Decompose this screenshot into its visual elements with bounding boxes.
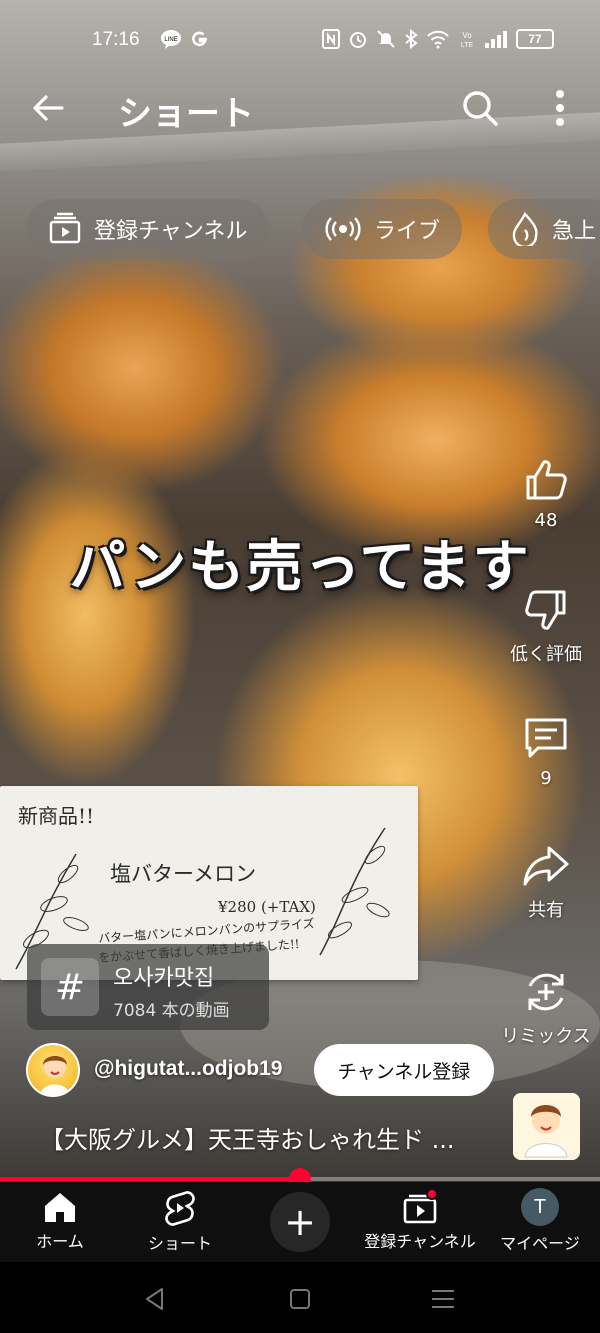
more-vertical-icon[interactable] [545, 86, 575, 130]
status-right-icons: Vo LTE 77 [322, 29, 554, 49]
remix-label: リミックス [501, 1026, 591, 1047]
price-card-line: 塩バターメロン [110, 862, 257, 886]
subscriptions-icon [49, 212, 81, 244]
create-button[interactable]: + [270, 1192, 330, 1252]
back-triangle-icon[interactable] [140, 1284, 170, 1314]
chip-live[interactable]: ライブ [302, 199, 463, 259]
chip-subscriptions[interactable]: 登録チャンネル [26, 199, 270, 259]
signal-icon [485, 31, 507, 48]
share-icon [523, 846, 569, 886]
line-icon: LINE [161, 30, 181, 49]
status-left-icons: LINE [160, 29, 210, 49]
sound-thumbnail[interactable] [513, 1093, 580, 1160]
vine-drawing-right [319, 827, 390, 956]
status-time: 17:16 [92, 29, 140, 50]
dislike-label: 低く評価 [510, 644, 582, 665]
sound-thumbnail-illustration-icon [513, 1093, 580, 1160]
mute-icon [377, 30, 395, 48]
nav-label: ホーム [36, 1232, 84, 1251]
channel-row: @higutat...odjob19 チャンネル登録 [26, 1043, 500, 1099]
chip-label: ライブ [374, 219, 441, 244]
like-button[interactable]: 48 [496, 456, 596, 531]
price-card-line: 新商品!! [18, 804, 95, 828]
thumbs-down-icon [525, 590, 566, 630]
nav-label: 登録チャンネル [364, 1232, 476, 1251]
video-title[interactable]: 【大阪グルメ】天王寺おしゃれ生ド ... [40, 1120, 490, 1155]
svg-text:LINE: LINE [164, 37, 177, 43]
status-bar: 17:16 LINE Vo LTE 77 [0, 0, 600, 80]
shorts-icon [165, 1191, 195, 1226]
svg-text:Vo: Vo [462, 31, 472, 40]
alarm-icon [350, 32, 366, 48]
nav-mypage[interactable]: T マイページ [480, 1182, 600, 1262]
svg-text:LTE: LTE [461, 42, 474, 49]
thumbs-up-icon [526, 460, 567, 500]
app-header: ショート [0, 80, 600, 136]
hashtag-pill[interactable]: # 오사카맛집 7084 本の動画 [27, 944, 269, 1030]
share-button[interactable]: 共有 [496, 842, 596, 922]
wifi-icon [427, 30, 449, 49]
nav-home[interactable]: ホーム [0, 1182, 120, 1262]
page-title: ショート [118, 94, 254, 134]
video-progress-bar[interactable] [0, 1168, 600, 1190]
recents-menu-icon[interactable] [428, 1284, 458, 1314]
nav-subscriptions[interactable]: 登録チャンネル [360, 1182, 480, 1262]
subscribe-button[interactable]: チャンネル登録 [314, 1044, 494, 1096]
live-icon [325, 217, 361, 241]
comments-button[interactable]: 9 [496, 714, 596, 789]
chip-label: 登録チャンネル [94, 219, 248, 244]
dislike-button[interactable]: 低く評価 [496, 586, 596, 666]
nav-label: マイページ [500, 1234, 580, 1253]
nfc-icon [322, 29, 340, 49]
search-icon[interactable] [460, 88, 500, 128]
notification-dot [426, 1188, 438, 1200]
chip-trending[interactable]: 急上 [488, 199, 600, 259]
comment-count: 9 [540, 768, 552, 789]
hashtag-name: 오사카맛집 [113, 966, 215, 991]
chip-label: 急上 [552, 219, 597, 244]
progress-fill [0, 1177, 300, 1181]
battery-icon: 77 [516, 29, 554, 49]
google-icon [192, 31, 207, 47]
arrow-left-icon[interactable] [28, 88, 68, 128]
home-icon [45, 1193, 75, 1222]
comment-icon [525, 718, 567, 758]
channel-handle[interactable]: @higutat...odjob19 [94, 1057, 282, 1081]
hashtag-symbol: # [54, 966, 86, 1008]
chip-bar: 登録チャンネル ライブ 急上 [26, 199, 600, 259]
system-nav-bar [0, 1262, 600, 1333]
channel-avatar[interactable] [26, 1043, 80, 1097]
trending-icon [512, 212, 538, 246]
bluetooth-icon [405, 29, 418, 49]
like-count: 48 [534, 510, 558, 531]
nav-shorts[interactable]: ショート [120, 1182, 240, 1262]
remix-icon [528, 973, 564, 1011]
nav-label: ショート [147, 1234, 212, 1253]
hashtag-icon: # [41, 958, 99, 1016]
hashtag-video-count: 7084 本の動画 [113, 1001, 230, 1021]
share-label: 共有 [528, 900, 564, 921]
volte-icon: Vo LTE [461, 31, 474, 49]
user-avatar: T [521, 1188, 559, 1226]
home-square-icon[interactable] [285, 1284, 315, 1314]
plus-icon: + [284, 1200, 316, 1244]
bottom-nav: ホーム ショート + 登録チャンネル T マイページ [0, 1182, 600, 1262]
avatar-illustration-icon [40, 1056, 70, 1095]
remix-button[interactable]: リミックス [496, 968, 596, 1048]
